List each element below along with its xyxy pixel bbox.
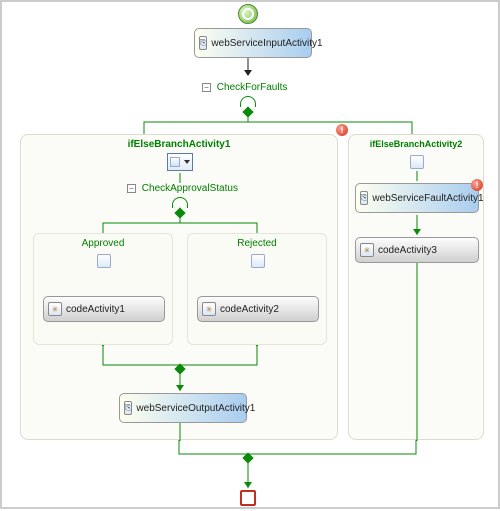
branch-icon [97, 254, 111, 268]
activity-label: webServiceInputActivity1 [211, 38, 322, 49]
code-activity-icon: ✳ [202, 302, 216, 316]
code-activity-1[interactable]: ✳ codeActivity1 [43, 296, 165, 322]
activity-label: webServiceFaultActivity1 [372, 193, 483, 204]
activity-label: codeActivity1 [66, 304, 125, 315]
end-icon [240, 490, 256, 506]
approved-branch-panel[interactable]: Approved ✳ codeActivity1 [33, 233, 173, 345]
activity-label: webServiceOutputActivity1 [136, 403, 255, 414]
web-service-input-activity[interactable]: ⎘ webServiceInputActivity1 [194, 28, 312, 58]
collapse-icon[interactable]: − [127, 184, 136, 193]
ifelse-root-title: CheckForFaults [217, 82, 288, 93]
web-service-output-activity[interactable]: ⎘ webServiceOutputActivity1 [119, 393, 247, 423]
ifelse-root-header[interactable]: − CheckForFaults [202, 82, 287, 93]
rejected-branch-panel[interactable]: Rejected ✳ codeActivity2 [187, 233, 327, 345]
branch2-title: ifElseBranchActivity2 [349, 139, 483, 149]
connector-arrow-icon [176, 385, 184, 391]
activity-icon: ⎘ [360, 191, 368, 205]
connector-arrow-icon [244, 482, 252, 488]
connector-arrow-icon [244, 70, 252, 76]
branch-icon [251, 254, 265, 268]
split-icon [172, 197, 188, 207]
code-activity-2[interactable]: ✳ codeActivity2 [197, 296, 319, 322]
branch-icon [410, 155, 424, 169]
rejected-title: Rejected [188, 238, 326, 249]
activity-label: codeActivity3 [378, 245, 437, 256]
collapse-icon[interactable]: − [202, 83, 211, 92]
branch-options-dropdown[interactable] [167, 153, 193, 171]
branch1-title: ifElseBranchActivity1 [21, 139, 337, 150]
chevron-down-icon [184, 160, 190, 164]
start-icon [238, 4, 258, 24]
code-activity-3[interactable]: ✳ codeActivity3 [355, 237, 479, 263]
merge-diamond-icon [174, 363, 185, 374]
dropdown-icon [170, 157, 180, 167]
decision-diamond-icon [242, 106, 253, 117]
approved-title: Approved [34, 238, 172, 249]
error-badge-icon: ! [336, 124, 348, 136]
ifelse-branch2-panel[interactable]: ifElseBranchActivity2 ⎘ webServiceFaultA… [348, 134, 484, 440]
workflow-designer-canvas[interactable]: ⎘ webServiceInputActivity1 − CheckForFau… [2, 2, 498, 507]
connector-arrow-icon [413, 229, 421, 235]
web-service-fault-activity[interactable]: ⎘ webServiceFaultActivity1 [355, 183, 479, 213]
sub-ifelse-header[interactable]: − CheckApprovalStatus [127, 183, 238, 194]
activity-icon: ⎘ [124, 401, 132, 415]
error-badge-icon: ! [471, 179, 483, 191]
activity-icon: ⎘ [199, 36, 207, 50]
merge-diamond-icon [242, 452, 253, 463]
code-activity-icon: ✳ [360, 243, 374, 257]
code-activity-icon: ✳ [48, 302, 62, 316]
split-icon [240, 96, 256, 106]
decision-diamond-icon [174, 207, 185, 218]
sub-ifelse-title: CheckApprovalStatus [142, 183, 238, 194]
ifelse-branch1-panel[interactable]: ifElseBranchActivity1 − CheckApprovalSta… [20, 134, 338, 440]
activity-label: codeActivity2 [220, 304, 279, 315]
